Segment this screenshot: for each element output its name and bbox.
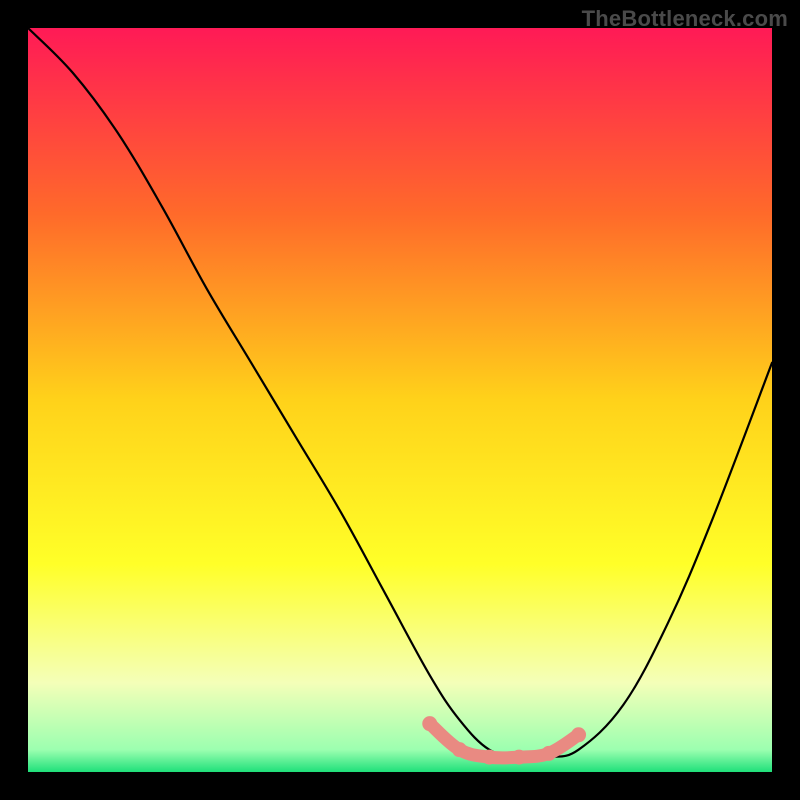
highlight-dot [482,750,497,765]
gradient-background [28,28,772,772]
highlight-dot [571,727,586,742]
highlight-dot [512,750,527,765]
plot-area [28,28,772,772]
chart-frame: TheBottleneck.com [0,0,800,800]
highlight-dot [452,742,467,757]
highlight-dot [541,746,556,761]
highlight-dot [422,716,437,731]
chart-svg [28,28,772,772]
